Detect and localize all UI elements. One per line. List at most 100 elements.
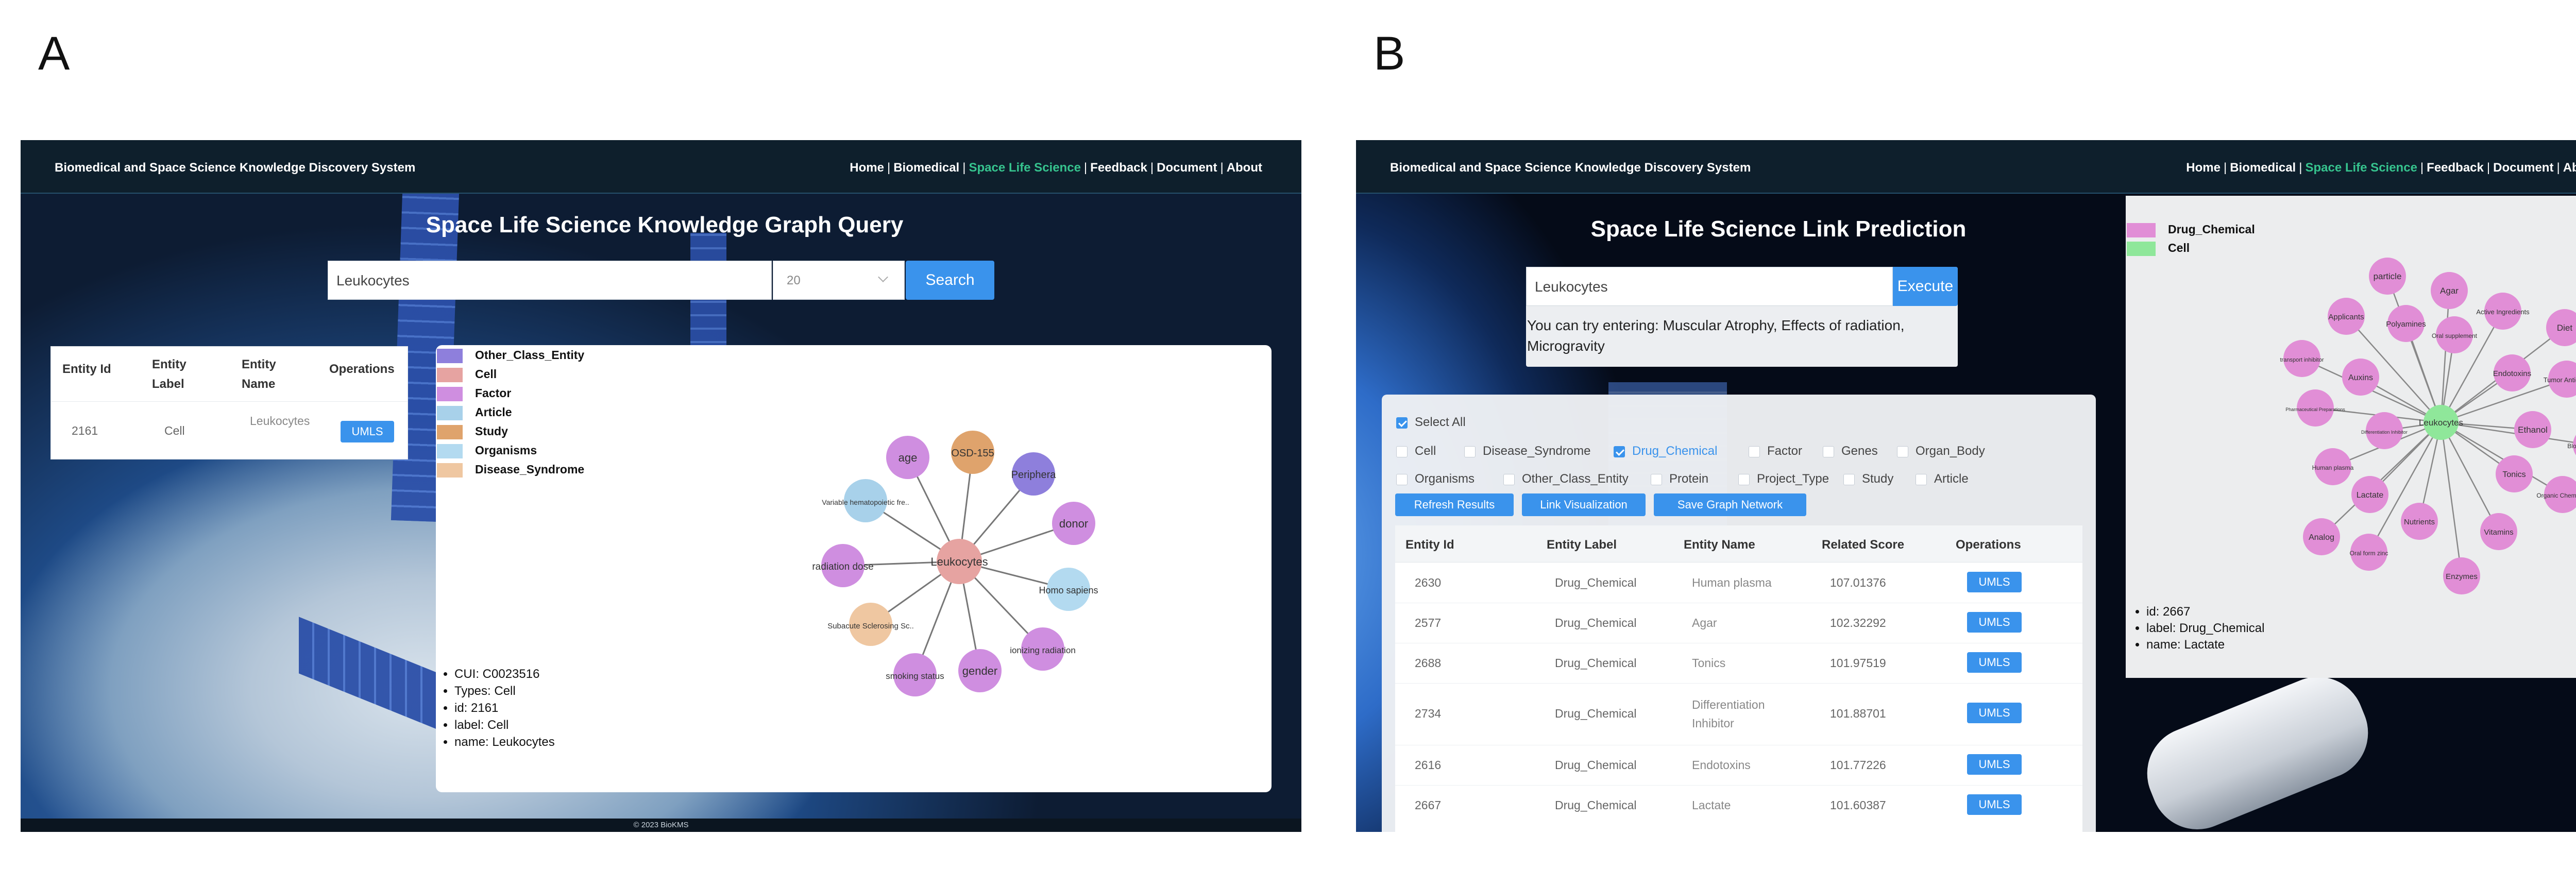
legend-item-other-class-entity: Other_Class_Entity: [437, 348, 584, 364]
limit-select[interactable]: 20: [773, 261, 905, 300]
chevron-down-icon: [878, 272, 888, 282]
legend-item-disease-syndrome: Disease_Syndrome: [437, 463, 584, 478]
info-item: id: 2667: [2146, 604, 2264, 620]
cell-related-score: 102.32292: [1830, 616, 1886, 629]
info-item: name: Leukocytes: [454, 734, 555, 751]
cell-entity-name: Endotoxins: [1692, 758, 1751, 772]
query-box: Leukocytes Execute You can try entering:…: [1526, 267, 1958, 367]
nav-biomedical[interactable]: Biomedical: [893, 161, 959, 175]
cell-related-score: 101.88701: [1830, 707, 1886, 720]
cell-entity-id: 2734: [1415, 707, 1442, 720]
cell-entity-name: Differentiation Inhibitor: [1692, 698, 1765, 730]
nav-about[interactable]: About: [2563, 161, 2576, 175]
cell-entity-label: Drug_Chemical: [1555, 656, 1637, 670]
search-button[interactable]: Search: [906, 261, 994, 300]
nav-biomedical[interactable]: Biomedical: [2230, 161, 2296, 175]
legend-item-study: Study: [437, 424, 508, 440]
nav-home[interactable]: Home: [2186, 161, 2221, 175]
nav-document[interactable]: Document: [2493, 161, 2553, 175]
umls-button[interactable]: UMLS: [1967, 754, 2022, 775]
cell-entity-name: Agar: [1692, 616, 1717, 629]
umls-button[interactable]: UMLS: [1967, 794, 2022, 815]
filter-organisms[interactable]: Organisms: [1396, 472, 1475, 486]
cell-entity-id: 2667: [1415, 798, 1442, 812]
site-title[interactable]: Biomedical and Space Science Knowledge D…: [1390, 161, 1751, 175]
info-item: label: Cell: [454, 717, 555, 734]
nav-home[interactable]: Home: [850, 161, 884, 175]
filter-study[interactable]: Study: [1843, 472, 1893, 486]
table-row: [1395, 683, 2082, 684]
site-title[interactable]: Biomedical and Space Science Knowledge D…: [55, 161, 415, 175]
nav-document[interactable]: Document: [1157, 161, 1217, 175]
legend-item-cell: Cell: [2127, 241, 2190, 257]
filter-genes[interactable]: Genes: [1823, 444, 1878, 458]
cell-entity-id: 2630: [1415, 576, 1442, 589]
select-all-checkbox[interactable]: Select All: [1396, 415, 1466, 430]
nav-about[interactable]: About: [1227, 161, 1262, 175]
nav-feedback[interactable]: Feedback: [1090, 161, 1147, 175]
table-row: [51, 401, 408, 402]
umls-button[interactable]: UMLS: [341, 421, 394, 442]
legend-item-factor: Factor: [437, 386, 511, 402]
col-header-entity-label: Entity Label: [152, 357, 187, 391]
nav-feedback[interactable]: Feedback: [2427, 161, 2484, 175]
info-item: CUI: C0023516: [454, 666, 555, 683]
footer: © 2023 BioKMS: [21, 819, 1301, 832]
umls-button[interactable]: UMLS: [1967, 703, 2022, 723]
info-item: Types: Cell: [454, 683, 555, 700]
save-graph-network-button[interactable]: Save Graph Network: [1654, 493, 1806, 516]
graph-card: [436, 345, 1272, 792]
nav-menu: Home | Biomedical | Space Life Science | Feedb…: [850, 161, 1262, 175]
execute-button[interactable]: Execute: [1893, 267, 1958, 306]
col-header-entity-id: Entity Id: [1405, 538, 1454, 552]
top-navbar: Biomedical and Space Science Knowledge D…: [1356, 140, 2576, 194]
filter-disease-syndrome[interactable]: Disease_Syndrome: [1464, 444, 1590, 458]
search-input[interactable]: Leukocytes: [1526, 267, 1893, 306]
search-input[interactable]: Leukocytes: [328, 261, 772, 300]
page-title: Space Life Science Link Prediction: [1590, 216, 1967, 242]
umls-button[interactable]: UMLS: [1967, 612, 2022, 633]
result-table: Entity Id Entity Label Entity Name Opera…: [50, 346, 408, 459]
col-header-entity-label: Entity Label: [1547, 538, 1617, 552]
filter-project-type[interactable]: Project_Type: [1738, 472, 1829, 486]
cell-entity-label: Drug_Chemical: [1555, 798, 1637, 812]
legend-item-drug-chemical: Drug_Chemical: [2127, 223, 2255, 238]
link-visualization-button[interactable]: Link Visualization: [1522, 493, 1646, 516]
umls-button[interactable]: UMLS: [1967, 572, 2022, 592]
filter-drug-chemical[interactable]: Drug_Chemical: [1614, 444, 1717, 458]
col-header-entity-name: Entity Name: [1684, 538, 1755, 552]
nav-space-life-science[interactable]: Space Life Science: [2305, 161, 2417, 175]
cell-entity-name: Human plasma: [1692, 576, 1772, 589]
hint-text: You can try entering: Muscular Atrophy, …: [1527, 317, 1905, 354]
filter-article[interactable]: Article: [1916, 472, 1969, 486]
legend-item-organisms: Organisms: [437, 444, 537, 459]
node-info-list: CUI: C0023516 Types: Cell id: 2161 label…: [441, 666, 555, 751]
filter-cell[interactable]: Cell: [1396, 444, 1436, 458]
cell-entity-name: Tonics: [1692, 656, 1726, 670]
cell-entity-id: 2616: [1415, 758, 1442, 772]
col-header-related-score: Related Score: [1822, 538, 1905, 552]
top-navbar: Biomedical and Space Science Knowledge D…: [21, 140, 1301, 194]
info-item: label: Drug_Chemical: [2146, 620, 2264, 637]
cell-entity-name: Leukocytes: [250, 414, 310, 428]
filter-other-class-entity[interactable]: Other_Class_Entity: [1503, 472, 1629, 486]
filter-factor[interactable]: Factor: [1749, 444, 1802, 458]
prediction-panel: Select All Cell Disease_Syndrome Drug_Ch…: [1382, 395, 2096, 832]
cell-related-score: 107.01376: [1830, 576, 1886, 589]
limit-select-value: 20: [787, 274, 801, 287]
refresh-results-button[interactable]: Refresh Results: [1395, 493, 1514, 516]
col-header-operations: Operations: [1956, 538, 2021, 552]
nav-space-life-science[interactable]: Space Life Science: [969, 161, 1080, 175]
cell-entity-label: Drug_Chemical: [1555, 758, 1637, 772]
filter-organ-body[interactable]: Organ_Body: [1897, 444, 1985, 458]
node-info-list: id: 2667 label: Drug_Chemical name: Lact…: [2133, 604, 2264, 653]
cell-entity-label: Drug_Chemical: [1555, 576, 1637, 589]
umls-button[interactable]: UMLS: [1967, 652, 2022, 673]
cell-entity-name: Lactate: [1692, 798, 1731, 812]
results-table: Entity Id Entity Label Entity Name Relat…: [1395, 525, 2082, 832]
cell-related-score: 101.60387: [1830, 798, 1886, 812]
filter-protein[interactable]: Protein: [1651, 472, 1708, 486]
screenshot-b: Biomedical and Space Science Knowledge D…: [1356, 140, 2576, 832]
cell-related-score: 101.97519: [1830, 656, 1886, 670]
panel-a-letter: A: [38, 27, 70, 80]
